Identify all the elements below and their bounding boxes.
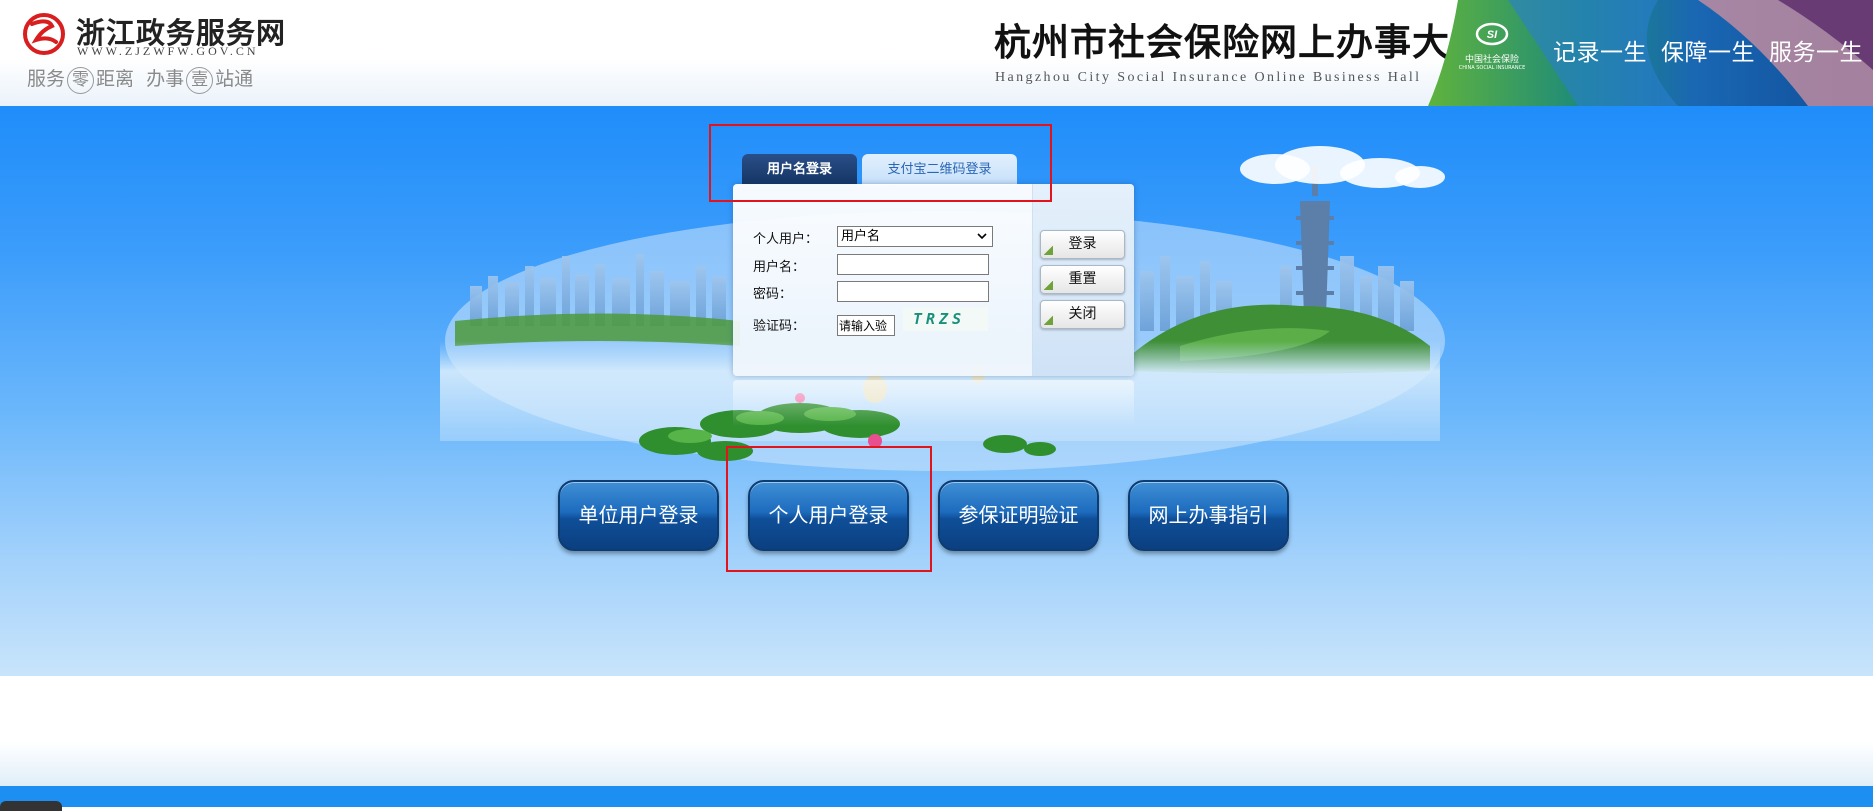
portal-slogan: 服务零距离 办事壹站通 — [27, 64, 253, 94]
si-logo-cn: 中国社会保险 — [1464, 55, 1519, 65]
portal-url: WWW.ZJZWFW.GOV.CN — [77, 44, 259, 58]
hall-title: 杭州市社会保险网上办事大厅 — [994, 20, 1488, 64]
slogan-text: 服务 — [27, 68, 66, 90]
slogan-circle: 壹 — [186, 67, 214, 94]
password-input[interactable] — [837, 281, 989, 302]
insurance-certificate-verify-button[interactable]: 参保证明验证 — [938, 480, 1099, 551]
login-button[interactable]: 登录 — [1040, 230, 1125, 259]
captcha-label: 验证码： — [753, 319, 806, 334]
unit-user-login-button[interactable]: 单位用户登录 — [558, 480, 719, 551]
username-label: 用户名： — [753, 260, 806, 275]
si-emblem-text: SI — [1487, 29, 1498, 41]
cloud-decoration — [1395, 166, 1445, 188]
slogan-text: 站通 — [215, 68, 254, 90]
page-header: 浙江政务服务网 WWW.ZJZWFW.GOV.CN 服务零距离 办事壹站通 杭州… — [0, 0, 1873, 106]
chevron-down-icon — [977, 233, 987, 240]
slogan-circle: 零 — [67, 67, 95, 94]
highlight-box-personal-login — [726, 446, 932, 572]
motto-item: 保障一生 — [1661, 40, 1755, 66]
username-input[interactable] — [837, 254, 989, 275]
user-type-select[interactable]: 用户名 — [837, 226, 993, 247]
highlight-box-tabs — [709, 124, 1052, 202]
si-emblem-icon: SI — [1475, 22, 1509, 46]
motto-item: 服务一生 — [1769, 40, 1863, 66]
captcha-input[interactable] — [837, 315, 895, 336]
captcha-image[interactable]: TRZS — [903, 307, 988, 331]
si-logo-en: CHINA SOCIAL INSURANCE — [1458, 65, 1526, 71]
page-bottom-band — [0, 676, 1873, 786]
footer-tab — [0, 801, 62, 811]
slogan-text: 办事 — [146, 68, 185, 90]
password-label: 密码： — [753, 287, 793, 302]
user-type-label: 个人用户： — [753, 232, 819, 247]
page-footer — [0, 786, 1873, 807]
close-button[interactable]: 关闭 — [1040, 300, 1125, 329]
si-logo: SI 中国社会保险 CHINA SOCIAL INSURANCE — [1452, 22, 1532, 72]
slogan-text: 距离 — [96, 68, 135, 90]
hall-subtitle: Hangzhou City Social Insurance Online Bu… — [995, 70, 1422, 85]
motto-item: 记录一生 — [1553, 40, 1647, 66]
header-motto: 记录一生 保障一生 服务一生 — [1553, 33, 1873, 67]
online-service-guide-button[interactable]: 网上办事指引 — [1128, 480, 1289, 551]
user-type-value: 用户名 — [841, 229, 881, 244]
reset-button[interactable]: 重置 — [1040, 265, 1125, 294]
login-panel-reflection — [733, 380, 1134, 426]
zhejiang-logo-icon — [23, 13, 65, 55]
